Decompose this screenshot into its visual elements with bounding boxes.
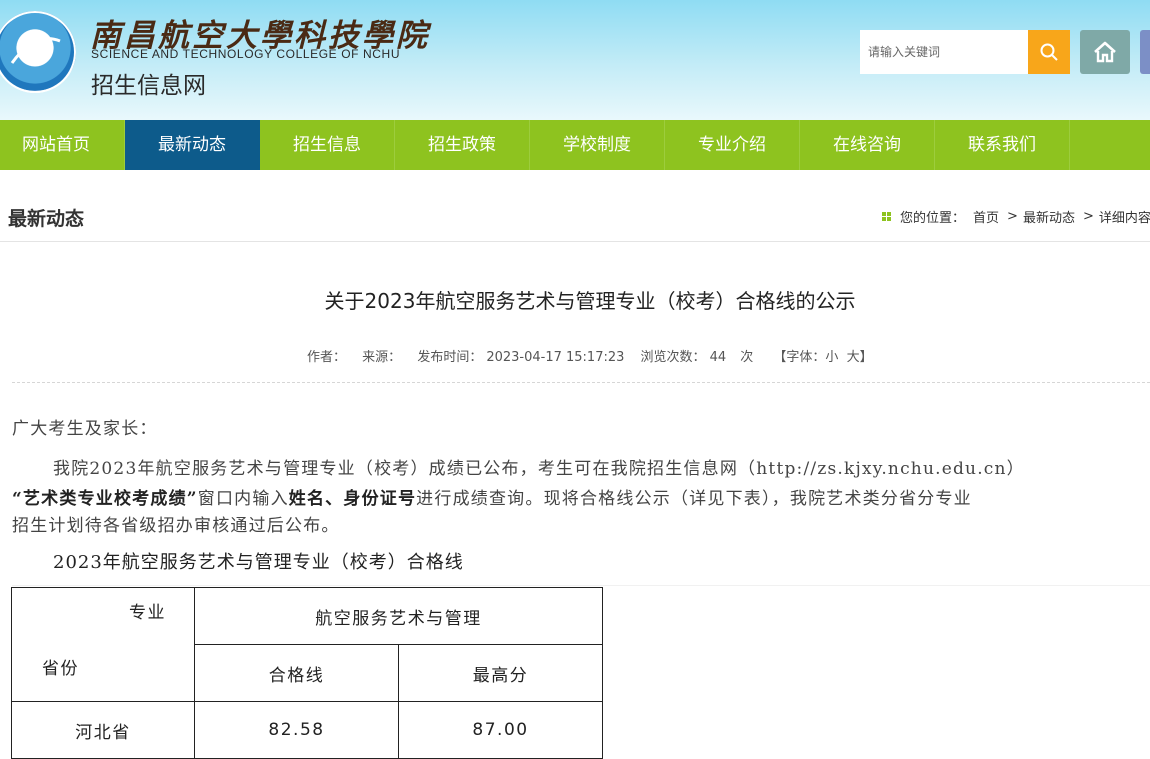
search-input[interactable]: [860, 30, 1028, 74]
breadcrumb-home[interactable]: 首页: [973, 207, 999, 226]
corner-major-label: 专业: [129, 603, 166, 623]
article-title: 关于2023年航空服务艺术与管理专业（校考）合格线的公示: [324, 289, 856, 313]
greeting: 广大考生及家长：: [12, 419, 158, 439]
font-small-button[interactable]: 小: [825, 350, 838, 365]
paragraph-line-1: 我院2023年航空服务艺术与管理专业（校考）成绩已公布，考生可在我院招生信息网（…: [53, 459, 1025, 479]
site-name: 招生信息网: [91, 73, 206, 99]
font-large-button[interactable]: 大: [847, 350, 860, 365]
site-header: 南昌航空大學科技學院 SCIENCE AND TECHNOLOGY COLLEG…: [0, 0, 1150, 120]
section-bar: 最新动态 您的位置： 首页 > 最新动态 > 详细内容: [0, 190, 1150, 242]
nav-item-news[interactable]: 最新动态: [125, 120, 260, 170]
views-label: 浏览次数：: [640, 350, 706, 365]
article-meta: 作者： 来源： 发布时间： 2023-04-17 15:17:23 浏览次数： 44…: [307, 346, 877, 365]
corner-province-label: 省份: [42, 659, 79, 679]
pass-line-header: 合格线: [194, 644, 399, 702]
nav-item-school-rules[interactable]: 学校制度: [530, 120, 665, 170]
school-logo-icon[interactable]: [0, 11, 76, 93]
breadcrumb-label: 您的位置：: [900, 211, 966, 226]
publish-label: 发布时间：: [417, 350, 483, 365]
nav-item-majors[interactable]: 专业介绍: [665, 120, 800, 170]
divider: [12, 382, 1150, 383]
paragraph-line-3: 招生计划待各省级招办审核通过后公布。: [12, 516, 340, 536]
name-id-text: 姓名、身份证号: [288, 489, 417, 509]
nav-item-home[interactable]: 网站首页: [0, 120, 125, 170]
extra-header-button[interactable]: [1140, 30, 1150, 74]
paragraph-mid: 窗口内输入: [197, 489, 289, 509]
major-header: 航空服务艺术与管理: [194, 587, 603, 645]
section-title: 最新动态: [8, 208, 85, 230]
paragraph-line-2: “艺术类专业校考成绩”窗口内输入姓名、身份证号进行成绩查询。现将合格线公示（详见…: [12, 484, 972, 509]
home-icon: [1094, 41, 1116, 63]
quote-text: “艺术类专业校考成绩”: [12, 489, 198, 509]
breadcrumb: 您的位置： 首页 > 最新动态 > 详细内容: [882, 207, 1150, 226]
views-count: 44: [709, 350, 727, 365]
search-button[interactable]: [1028, 30, 1070, 74]
font-size-close: 】: [859, 350, 873, 365]
breadcrumb-news[interactable]: 最新动态: [1023, 207, 1075, 226]
breadcrumb-separator: >: [1082, 209, 1094, 224]
max-score-header: 最高分: [398, 644, 603, 702]
nav-item-admissions-policy[interactable]: 招生政策: [395, 120, 530, 170]
table-title: 2023年航空服务艺术与管理专业（校考）合格线: [53, 552, 464, 573]
breadcrumb-detail: 详细内容: [1098, 211, 1150, 226]
author-label: 作者：: [307, 350, 347, 365]
nav-item-admissions-info[interactable]: 招生信息: [260, 120, 395, 170]
grid-icon: [882, 212, 891, 221]
publish-time: 2023-04-17 15:17:23: [486, 350, 625, 365]
home-button[interactable]: [1080, 30, 1130, 74]
search-icon: [1040, 43, 1058, 61]
nav-item-online-consult[interactable]: 在线咨询: [800, 120, 935, 170]
table-title-divider: [12, 585, 1150, 586]
nav-item-contact[interactable]: 联系我们: [935, 120, 1070, 170]
views-unit: 次: [740, 350, 754, 365]
school-name-en: SCIENCE AND TECHNOLOGY COLLEGE OF NCHU: [91, 47, 401, 61]
table-corner-cell: 专业 省份: [11, 587, 195, 702]
main-nav: 网站首页 最新动态 招生信息 招生政策 学校制度 专业介绍 在线咨询 联系我们: [0, 120, 1150, 170]
paragraph-rest: 进行成绩查询。现将合格线公示（详见下表），我院艺术类分省分专业: [416, 489, 972, 509]
breadcrumb-separator: >: [1007, 209, 1018, 224]
font-size-label: 【字体：: [773, 350, 826, 365]
scores-table: 专业 省份 航空服务艺术与管理 合格线 最高分 河北省 82.58 87.00: [11, 587, 603, 759]
source-label: 来源：: [362, 350, 402, 365]
